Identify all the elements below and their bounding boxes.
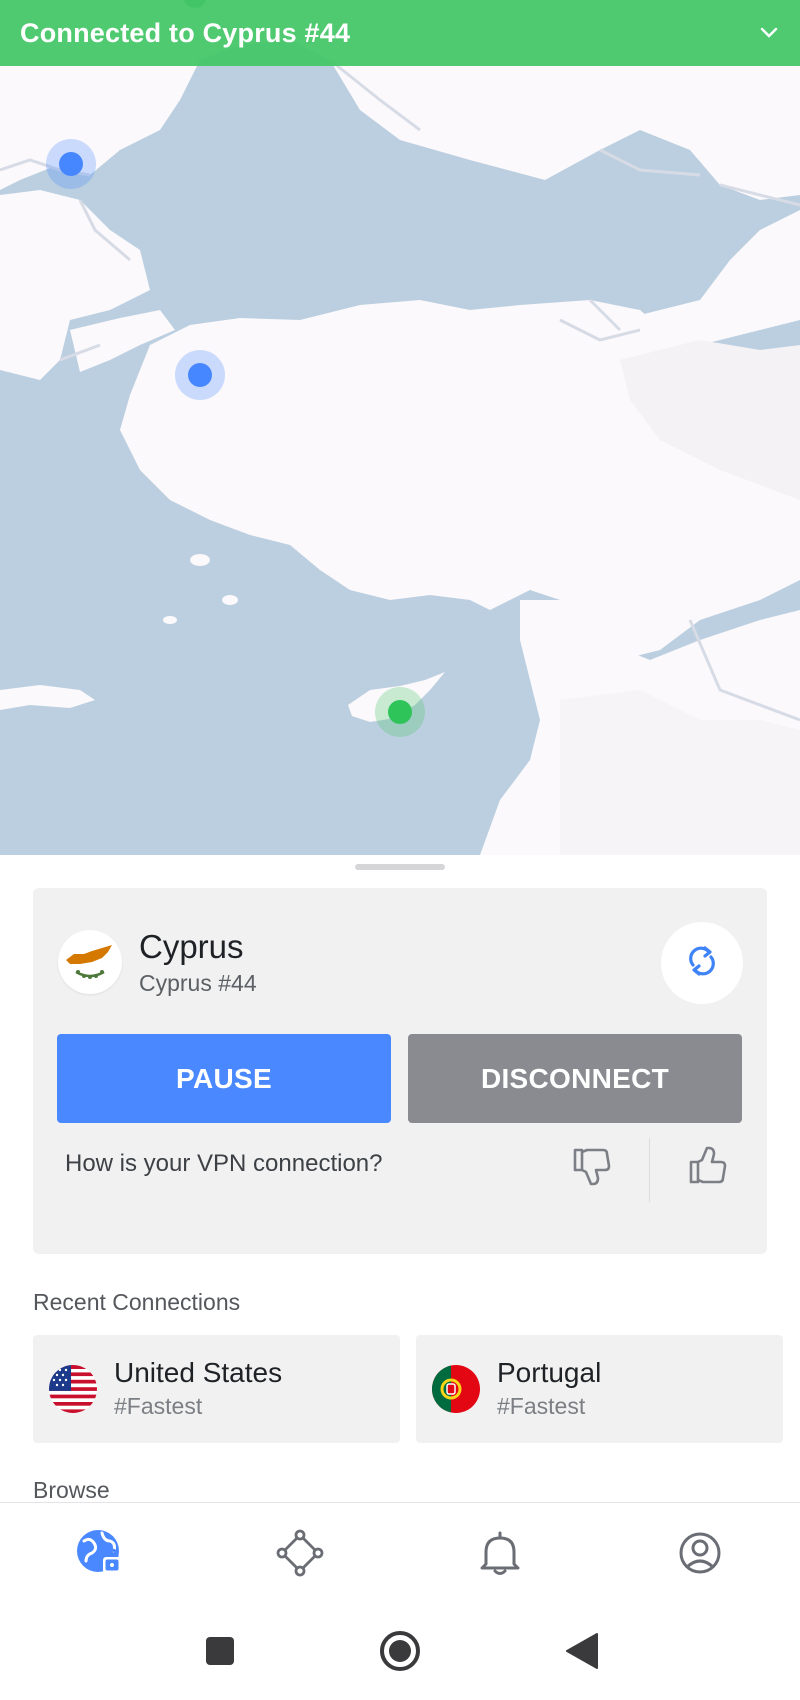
profile-icon — [678, 1531, 722, 1580]
recent-server-label: #Fastest — [497, 1393, 586, 1419]
thumbs-up-icon — [685, 1144, 729, 1193]
connected-country-name: Cyprus — [139, 928, 244, 965]
us-flag-icon — [49, 1365, 97, 1413]
bell-icon — [478, 1530, 522, 1581]
back-icon — [565, 1632, 599, 1675]
cyprus-flag-icon — [58, 930, 122, 994]
recents-icon — [204, 1635, 236, 1672]
recents-button[interactable] — [197, 1630, 243, 1676]
map-view[interactable] — [0, 0, 800, 855]
home-button[interactable] — [377, 1630, 423, 1676]
nav-vpn-tab[interactable] — [72, 1527, 128, 1583]
connected-server-pin[interactable] — [375, 687, 425, 737]
nav-profile-tab[interactable] — [672, 1527, 728, 1583]
connection-status-title: Connected to Cyprus #44 — [20, 17, 351, 48]
back-button[interactable] — [559, 1630, 605, 1676]
disconnect-button[interactable]: DISCONNECT — [408, 1034, 742, 1123]
refresh-connection-button[interactable] — [661, 922, 743, 1004]
thumbs-down-icon — [569, 1144, 613, 1193]
portugal-flag-icon — [432, 1365, 480, 1413]
recent-connection-item[interactable]: United States #Fastest — [33, 1335, 400, 1443]
divider — [649, 1138, 650, 1202]
thumbs-up-button[interactable] — [677, 1138, 737, 1198]
feedback-question: How is your VPN connection? — [65, 1150, 383, 1177]
nav-notifications-tab[interactable] — [472, 1527, 528, 1583]
home-icon — [378, 1629, 422, 1678]
server-pin[interactable] — [46, 139, 96, 189]
recent-connections-title: Recent Connections — [33, 1289, 241, 1315]
globe-lock-icon — [74, 1527, 126, 1584]
nav-meshnet-tab[interactable] — [272, 1527, 328, 1583]
thumbs-down-button[interactable] — [561, 1138, 621, 1198]
recent-country-name: Portugal — [497, 1357, 602, 1388]
connected-server-name: Cyprus #44 — [139, 970, 257, 996]
recent-country-name: United States — [114, 1357, 283, 1388]
pause-button[interactable]: PAUSE — [57, 1034, 391, 1123]
refresh-icon — [684, 943, 720, 984]
bottom-sheet: Cyprus Cyprus #44 PAUSE DISCONNECT How i… — [0, 855, 800, 1503]
browse-title: Browse — [33, 1477, 110, 1503]
bottom-navigation — [0, 1502, 800, 1605]
meshnet-icon — [276, 1529, 324, 1582]
recent-connection-item[interactable]: Portugal #Fastest — [416, 1335, 783, 1443]
connection-status-banner[interactable]: Connected to Cyprus #44 — [0, 0, 800, 66]
sheet-drag-handle[interactable] — [355, 864, 445, 870]
connection-card: Cyprus Cyprus #44 PAUSE DISCONNECT How i… — [33, 888, 767, 1254]
server-pin[interactable] — [175, 350, 225, 400]
chevron-down-icon[interactable] — [758, 22, 780, 44]
system-navigation-bar — [0, 1604, 800, 1700]
recent-server-label: #Fastest — [114, 1393, 203, 1419]
